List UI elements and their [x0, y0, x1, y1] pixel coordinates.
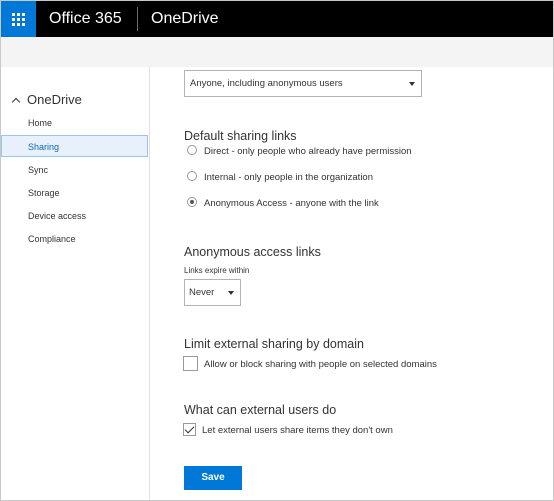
main-content: Anyone, including anonymous users Defaul… [149, 67, 553, 500]
sidebar-item-home[interactable]: Home [1, 112, 148, 134]
anonymous-links-title: Anonymous access links [184, 245, 321, 259]
radio-anonymous[interactable]: Anonymous Access - anyone with the link [187, 197, 379, 211]
sidebar-item-sync[interactable]: Sync [1, 159, 148, 181]
radio-button[interactable] [187, 145, 197, 156]
suite-bar: Office 365 OneDrive [1, 1, 553, 37]
limit-domain-title: Limit external sharing by domain [184, 337, 364, 351]
external-users-label: Let external users share items they don'… [202, 425, 393, 436]
app-window: Office 365 OneDrive OneDrive Home Sharin… [0, 0, 554, 501]
radio-internal-label: Internal - only people in the organizati… [204, 172, 374, 183]
chevron-down-icon [409, 81, 415, 86]
limit-domain-label: Allow or block sharing with people on se… [204, 359, 437, 371]
sidebar-item-sharing[interactable]: Sharing [1, 135, 148, 157]
links-expire-dropdown[interactable]: Never [184, 279, 241, 306]
chevron-up-icon [11, 97, 21, 107]
brand-divider [137, 7, 138, 31]
external-users-title: What can external users do [184, 403, 337, 417]
radio-button-selected[interactable] [187, 197, 197, 208]
limit-domain-checkbox[interactable] [183, 356, 198, 371]
brand-name[interactable]: Office 365 [49, 1, 122, 37]
external-sharing-dropdown[interactable]: Anyone, including anonymous users [184, 70, 422, 97]
sidebar-item-device-access[interactable]: Device access [1, 205, 148, 227]
app-title[interactable]: OneDrive [151, 1, 219, 37]
sidebar-header-label: OneDrive [27, 92, 82, 107]
sidebar-header[interactable]: OneDrive [11, 92, 82, 107]
default-links-title: Default sharing links [184, 129, 297, 143]
radio-button[interactable] [187, 171, 197, 182]
sub-header-bar [1, 37, 553, 67]
links-expire-value: Never [189, 287, 215, 298]
save-button[interactable]: Save [184, 466, 242, 490]
waffle-icon [12, 12, 25, 26]
sidebar: OneDrive Home Sharing Sync Storage Devic… [1, 67, 150, 500]
sidebar-item-storage[interactable]: Storage [1, 182, 148, 204]
sidebar-item-compliance[interactable]: Compliance [1, 228, 148, 250]
app-launcher-button[interactable] [1, 1, 36, 37]
radio-internal[interactable]: Internal - only people in the organizati… [187, 171, 373, 185]
links-expire-label: Links expire within [184, 266, 250, 275]
radio-direct-label: Direct - only people who already have pe… [204, 146, 412, 157]
radio-direct[interactable]: Direct - only people who already have pe… [187, 145, 412, 159]
chevron-down-icon [228, 290, 234, 295]
external-sharing-value: Anyone, including anonymous users [190, 78, 343, 89]
external-users-checkbox[interactable] [183, 422, 196, 436]
external-users-option[interactable]: Let external users share items they don'… [183, 422, 393, 439]
radio-anonymous-label: Anonymous Access - anyone with the link [204, 198, 379, 209]
limit-domain-option[interactable]: Allow or block sharing with people on se… [183, 356, 437, 373]
